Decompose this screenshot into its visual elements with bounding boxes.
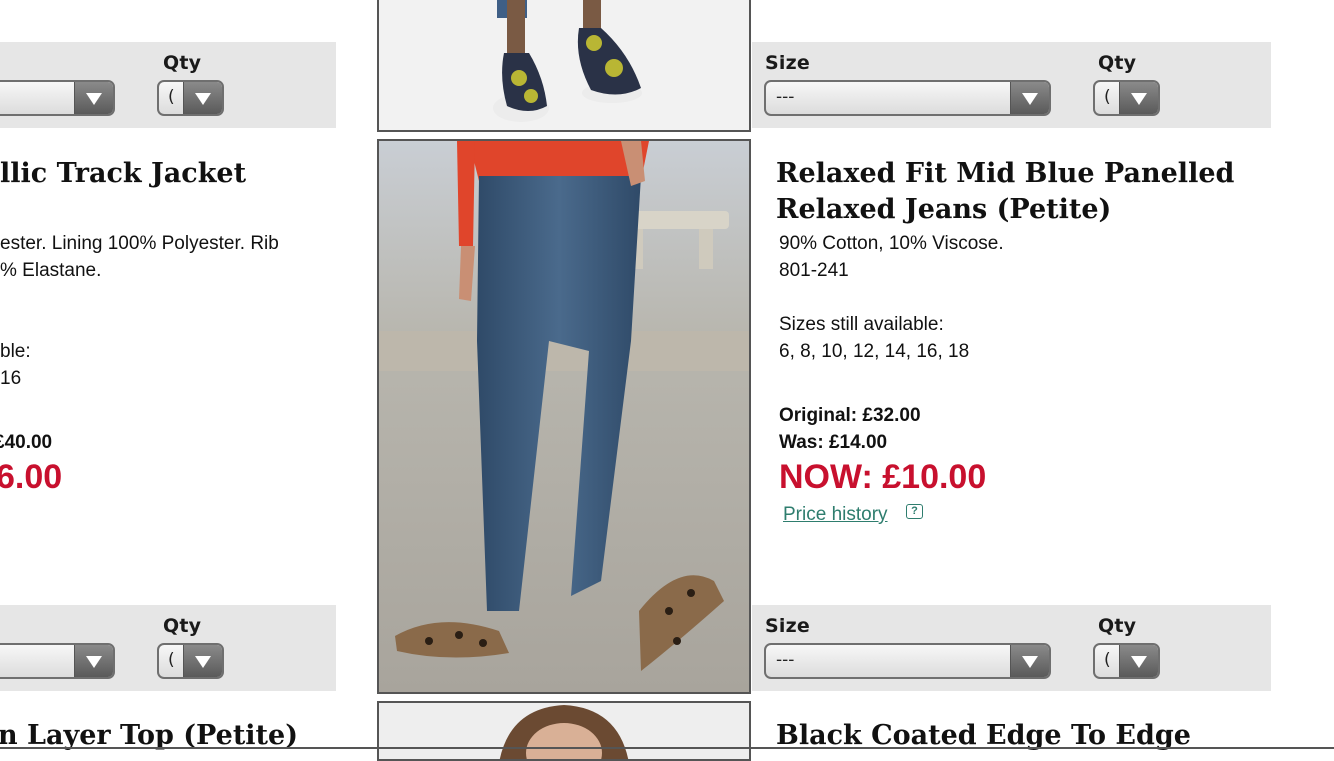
chevron-down-icon <box>183 645 222 677</box>
original-price: Original: £32.00 <box>779 405 921 426</box>
top-photo <box>379 703 749 759</box>
options-panel-right-top: Size --- Qty ( <box>752 42 1271 128</box>
sizes-label: ble: <box>0 341 31 362</box>
product-title-line2[interactable]: Relaxed Jeans (Petite) <box>776 192 1111 228</box>
sizes-label: Sizes still available: <box>779 314 944 335</box>
chevron-down-icon <box>1119 645 1158 677</box>
size-select[interactable]: --- <box>764 643 1051 679</box>
product-image-shoes[interactable] <box>377 0 751 132</box>
product-title[interactable]: llic Track Jacket <box>0 156 246 192</box>
help-icon[interactable]: ? <box>906 504 923 519</box>
size-value: --- <box>776 650 795 670</box>
size-select[interactable]: --- <box>764 80 1051 116</box>
qty-value: ( <box>168 650 175 670</box>
qty-select[interactable]: ( <box>157 643 224 679</box>
product-description: ester. Lining 100% Polyester. Rib <box>0 233 279 254</box>
was-price: Was: £14.00 <box>779 432 888 453</box>
options-panel-right-bottom: Size --- Qty ( <box>752 605 1271 691</box>
now-price: NOW: £10.00 <box>779 458 987 496</box>
size-label: Size <box>765 615 810 637</box>
chevron-down-icon <box>1010 82 1049 114</box>
now-price: 6.00 <box>0 458 63 496</box>
options-panel-left-bottom: Qty ( <box>0 605 336 691</box>
qty-select[interactable]: ( <box>1093 643 1160 679</box>
was-price: £40.00 <box>0 432 53 453</box>
divider <box>0 747 1334 749</box>
size-select[interactable] <box>0 80 115 116</box>
chevron-down-icon <box>74 82 113 114</box>
chevron-down-icon <box>1119 82 1158 114</box>
qty-label: Qty <box>1098 52 1137 74</box>
sizes-available: 16 <box>0 368 22 389</box>
size-label: Size <box>765 52 810 74</box>
size-value: --- <box>776 87 795 107</box>
qty-label: Qty <box>163 615 202 637</box>
chevron-down-icon <box>1010 645 1049 677</box>
price-history-link[interactable]: Price history <box>783 504 888 526</box>
jeans-photo <box>379 141 749 692</box>
sizes-available: 6, 8, 10, 12, 14, 16, 18 <box>779 341 970 362</box>
chevron-down-icon <box>74 645 113 677</box>
qty-value: ( <box>1104 87 1111 107</box>
product-image-top[interactable] <box>377 701 751 761</box>
chevron-down-icon <box>183 82 222 114</box>
size-select[interactable] <box>0 643 115 679</box>
qty-value: ( <box>1104 650 1111 670</box>
qty-select[interactable]: ( <box>1093 80 1160 116</box>
product-description: % Elastane. <box>0 260 102 281</box>
product-title[interactable]: Relaxed Fit Mid Blue Panelled <box>776 156 1234 192</box>
product-code: 801-241 <box>779 260 849 281</box>
product-image-jeans[interactable] <box>377 139 751 694</box>
qty-label: Qty <box>1098 615 1137 637</box>
qty-select[interactable]: ( <box>157 80 224 116</box>
product-description: 90% Cotton, 10% Viscose. <box>779 233 1004 254</box>
qty-value: ( <box>168 87 175 107</box>
shoes-photo <box>379 0 749 130</box>
qty-label: Qty <box>163 52 202 74</box>
options-panel-left-top: Qty ( <box>0 42 336 128</box>
